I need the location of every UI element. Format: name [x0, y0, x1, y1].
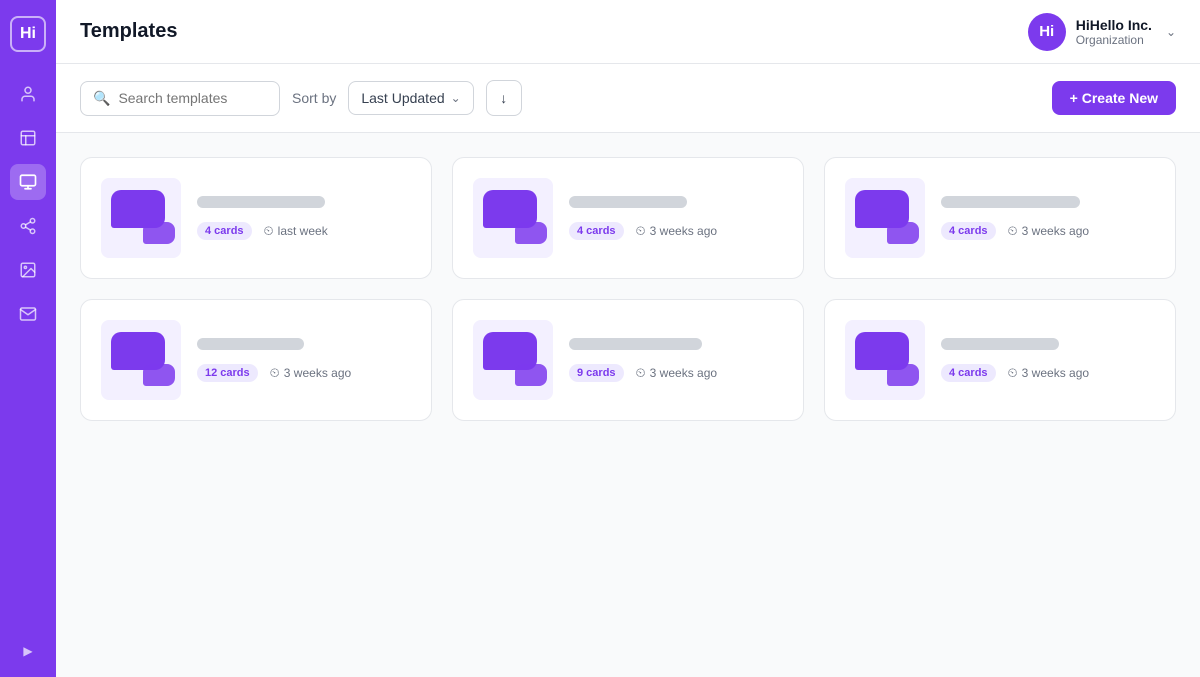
clock-icon: ⏲ — [1008, 365, 1018, 381]
card-thumbnail — [473, 320, 553, 400]
card-name-bar — [569, 338, 702, 350]
card-meta: 4 cards ⏲ last week — [197, 222, 411, 240]
card-info: 9 cards ⏲ 3 weeks ago — [569, 338, 783, 382]
bubble-small-icon — [143, 364, 175, 386]
card-time: ⏲ 3 weeks ago — [636, 223, 718, 239]
card-name-bar — [569, 196, 687, 208]
card-info: 12 cards ⏲ 3 weeks ago — [197, 338, 411, 382]
page-title: Templates — [80, 20, 177, 43]
card-name-bar — [941, 338, 1059, 350]
org-name: HiHello Inc. — [1076, 17, 1152, 33]
card-time: ⏲ 3 weeks ago — [1008, 223, 1090, 239]
card-info: 4 cards ⏲ last week — [197, 196, 411, 240]
sort-dropdown[interactable]: Last Updated ⌄ — [348, 81, 473, 115]
sidebar-item-templates[interactable] — [10, 164, 46, 200]
card-thumbnail — [473, 178, 553, 258]
card-name-bar — [197, 196, 325, 208]
sidebar-item-notes[interactable] — [10, 120, 46, 156]
card-time: ⏲ last week — [264, 223, 328, 239]
clock-icon: ⏲ — [1008, 223, 1018, 239]
card-time: ⏲ 3 weeks ago — [270, 365, 352, 381]
search-icon: 🔍 — [93, 90, 110, 107]
card-count-badge: 4 cards — [197, 222, 252, 240]
template-card[interactable]: 4 cards ⏲ last week — [80, 157, 432, 279]
card-count-badge: 9 cards — [569, 364, 624, 382]
org-chevron-icon: ⌄ — [1166, 25, 1176, 39]
sidebar-item-media[interactable] — [10, 252, 46, 288]
card-info: 4 cards ⏲ 3 weeks ago — [569, 196, 783, 240]
bubble-small-icon — [515, 222, 547, 244]
card-time: ⏲ 3 weeks ago — [636, 365, 718, 381]
template-card[interactable]: 9 cards ⏲ 3 weeks ago — [452, 299, 804, 421]
main-content: Templates Hi HiHello Inc. Organization ⌄… — [56, 0, 1200, 677]
app-logo[interactable]: Hi — [10, 16, 46, 52]
sort-value: Last Updated — [361, 90, 444, 106]
card-count-badge: 4 cards — [941, 364, 996, 382]
sort-label: Sort by — [292, 90, 336, 106]
sidebar-expand-btn[interactable]: ▶ — [18, 641, 38, 661]
org-selector[interactable]: Hi HiHello Inc. Organization ⌄ — [1028, 13, 1176, 51]
clock-icon: ⏲ — [270, 365, 280, 381]
sort-chevron-icon: ⌄ — [451, 91, 461, 105]
card-meta: 4 cards ⏲ 3 weeks ago — [941, 222, 1155, 240]
search-box[interactable]: 🔍 — [80, 81, 280, 116]
sidebar-item-integrations[interactable] — [10, 208, 46, 244]
card-meta: 9 cards ⏲ 3 weeks ago — [569, 364, 783, 382]
top-header: Templates Hi HiHello Inc. Organization ⌄ — [56, 0, 1200, 64]
sidebar-item-contacts[interactable] — [10, 76, 46, 112]
search-input[interactable] — [118, 90, 267, 106]
bubble-small-icon — [143, 222, 175, 244]
card-count-badge: 4 cards — [941, 222, 996, 240]
card-name-bar — [197, 338, 304, 350]
bubble-small-icon — [887, 364, 919, 386]
card-meta: 4 cards ⏲ 3 weeks ago — [941, 364, 1155, 382]
clock-icon: ⏲ — [636, 365, 646, 381]
card-thumbnail — [101, 178, 181, 258]
card-thumbnail — [101, 320, 181, 400]
card-name-bar — [941, 196, 1080, 208]
sort-direction-button[interactable]: ↓ — [486, 80, 522, 116]
org-avatar: Hi — [1028, 13, 1066, 51]
toolbar: 🔍 Sort by Last Updated ⌄ ↓ + Create New — [56, 64, 1200, 133]
clock-icon: ⏲ — [636, 223, 646, 239]
card-thumbnail — [845, 178, 925, 258]
card-info: 4 cards ⏲ 3 weeks ago — [941, 196, 1155, 240]
card-thumbnail — [845, 320, 925, 400]
bubble-small-icon — [887, 222, 919, 244]
org-role: Organization — [1076, 33, 1152, 47]
card-info: 4 cards ⏲ 3 weeks ago — [941, 338, 1155, 382]
bubble-small-icon — [515, 364, 547, 386]
template-card[interactable]: 12 cards ⏲ 3 weeks ago — [80, 299, 432, 421]
templates-area: 4 cards ⏲ last week 4 cards ⏲ 3 weeks ag… — [56, 133, 1200, 677]
create-new-button[interactable]: + Create New — [1052, 81, 1176, 115]
clock-icon: ⏲ — [264, 223, 274, 239]
card-meta: 12 cards ⏲ 3 weeks ago — [197, 364, 411, 382]
card-meta: 4 cards ⏲ 3 weeks ago — [569, 222, 783, 240]
templates-grid: 4 cards ⏲ last week 4 cards ⏲ 3 weeks ag… — [80, 157, 1176, 421]
card-time: ⏲ 3 weeks ago — [1008, 365, 1090, 381]
template-card[interactable]: 4 cards ⏲ 3 weeks ago — [824, 157, 1176, 279]
template-card[interactable]: 4 cards ⏲ 3 weeks ago — [452, 157, 804, 279]
card-count-badge: 12 cards — [197, 364, 258, 382]
card-count-badge: 4 cards — [569, 222, 624, 240]
sidebar: Hi ▶ — [0, 0, 56, 677]
sidebar-item-messages[interactable] — [10, 296, 46, 332]
template-card[interactable]: 4 cards ⏲ 3 weeks ago — [824, 299, 1176, 421]
org-text: HiHello Inc. Organization — [1076, 17, 1152, 47]
